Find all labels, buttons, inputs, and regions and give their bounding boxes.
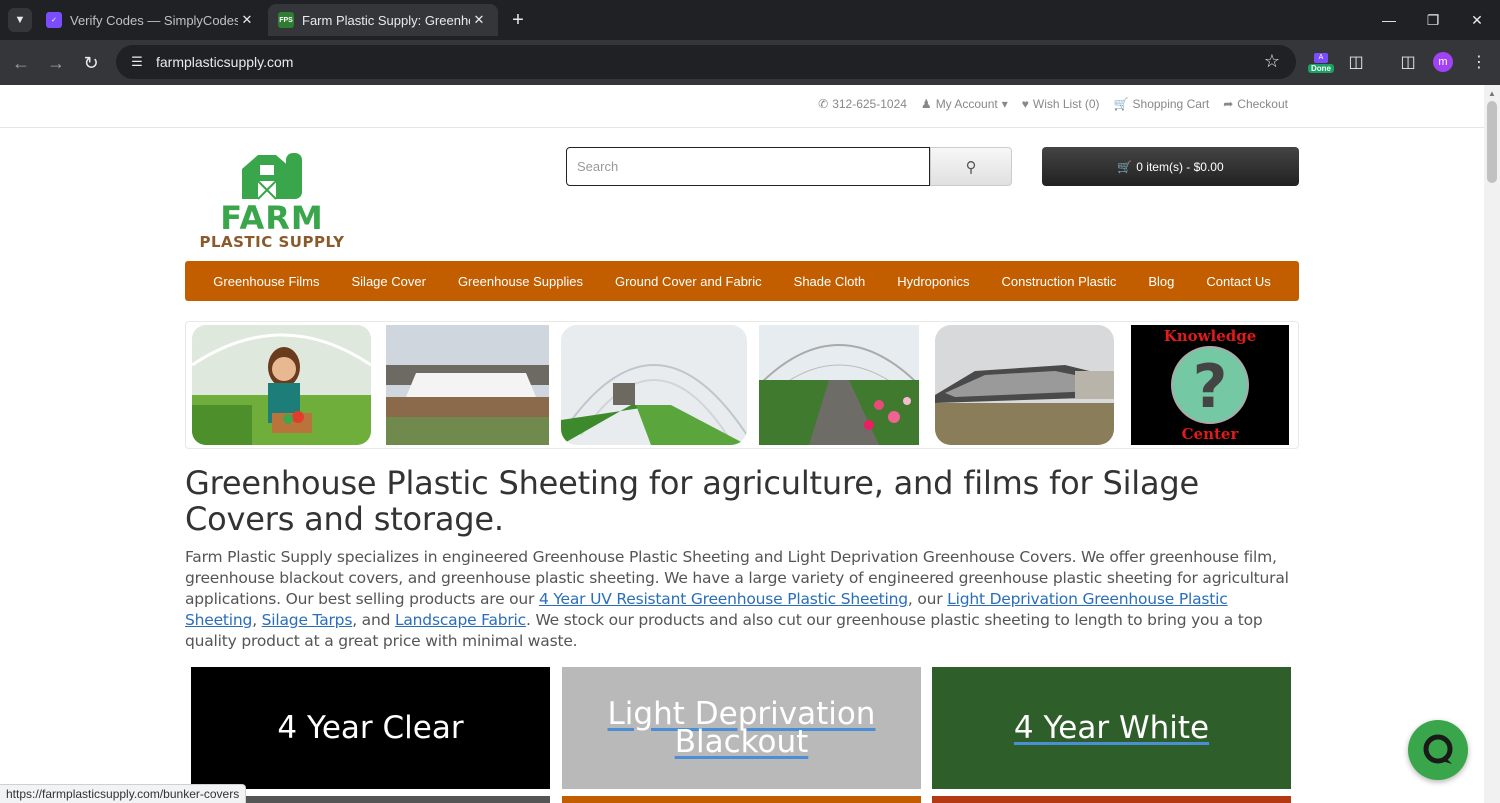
nav-shade-cloth[interactable]: Shade Cloth [794,274,866,289]
side-panel-icon[interactable]: ◫ [1395,49,1421,75]
scroll-up-icon[interactable]: ▲ [1488,89,1496,98]
restore-button[interactable]: ❐ [1410,0,1456,40]
woman-greenhouse-image[interactable] [192,325,371,445]
top-links-bar: ✆ 312-625-1024 ♟ My Account ▾ ♥ Wish Lis… [0,85,1484,128]
tile-4-year-white[interactable]: 4 Year White [932,667,1291,789]
close-tab-icon[interactable]: ✕ [470,12,488,28]
tile-row2-3[interactable] [932,796,1291,803]
chat-widget-button[interactable] [1408,720,1468,780]
profile-avatar[interactable]: m [1433,52,1453,72]
nav-contact-us[interactable]: Contact Us [1206,274,1270,289]
greenhouse-flowers-image[interactable] [759,325,919,445]
site-logo[interactable]: FARM PLASTIC SUPPLY [196,147,348,251]
nav-blog[interactable]: Blog [1148,274,1174,289]
scrollbar-thumb[interactable] [1487,101,1497,183]
tile-row2-2[interactable] [562,796,921,803]
web-page: ✆ 312-625-1024 ♟ My Account ▾ ♥ Wish Lis… [0,85,1484,803]
checkout-link[interactable]: ➦ Checkout [1223,97,1288,111]
shopping-cart-link[interactable]: 🛒 Shopping Cart [1114,97,1210,111]
minimize-button[interactable]: — [1366,0,1412,40]
bookmark-star-icon[interactable]: ☆ [1264,51,1280,72]
back-icon[interactable]: ← [8,50,34,76]
tile-4-year-clear[interactable]: 4 Year Clear [191,667,550,789]
knowledge-center-image[interactable]: Knowledge ? Center [1131,325,1289,445]
tile-light-deprivation-blackout[interactable]: Light Deprivation Blackout [562,667,921,789]
svg-text:?: ? [1193,352,1228,422]
intro-paragraph: Farm Plastic Supply specializes in engin… [185,547,1295,652]
my-account-link[interactable]: ♟ My Account ▾ [921,97,1008,111]
cart-icon: 🛒 [1113,97,1129,111]
tab-title: Verify Codes — SimplyCodes [70,12,238,28]
tab-farm-plastic-supply[interactable]: FPS Farm Plastic Supply: Greenhouse ✕ [268,4,498,36]
phone-text: 312-625-1024 [832,97,907,111]
browser-tab-bar: ▼ ✓ Verify Codes — SimplyCodes ✕ FPS Far… [0,0,1500,40]
phone-link[interactable]: ✆ 312-625-1024 [818,97,907,111]
tab-search-button[interactable]: ▼ [8,8,32,32]
phone-icon: ✆ [818,97,829,111]
hoop-house-field-image[interactable] [386,325,549,445]
chat-bubble-icon [1423,734,1453,764]
browser-menu-icon[interactable]: ⋮ [1466,49,1492,75]
cart-button[interactable]: 🛒 0 item(s) - $0.00 [1042,147,1299,186]
link-landscape-fabric[interactable]: Landscape Fabric [395,611,526,629]
nav-greenhouse-films[interactable]: Greenhouse Films [213,274,319,289]
link-4-year-uv[interactable]: 4 Year UV Resistant Greenhouse Plastic S… [539,590,908,608]
intro-text: , and [352,611,395,629]
browser-toolbar: ← → ↻ ☰ farmplasticsupply.com ☆ [0,40,1500,85]
tile-label: 4 Year White [1013,710,1210,746]
search-button[interactable]: ⚲ [930,147,1012,186]
nav-greenhouse-supplies[interactable]: Greenhouse Supplies [458,274,583,289]
status-bar-url: https://farmplasticsupply.com/bunker-cov… [0,784,247,803]
nav-hydroponics[interactable]: Hydroponics [897,274,969,289]
extension-badge-label: Done [1308,64,1334,73]
tile-label: Light Deprivation Blackout [607,696,876,760]
extension-done-badge[interactable]: A Done [1308,53,1334,75]
heart-icon: ♥ [1021,97,1029,111]
link-silage-tarps[interactable]: Silage Tarps [262,611,353,629]
page-title: Greenhouse Plastic Sheeting for agricult… [185,464,1199,538]
checkout-text: Checkout [1237,97,1288,111]
my-account-text: My Account [935,97,998,111]
extension-icon: A [1314,53,1328,63]
close-tab-icon[interactable]: ✕ [238,12,256,28]
nav-construction-plastic[interactable]: Construction Plastic [1001,274,1116,289]
wish-list-text: Wish List (0) [1032,97,1100,111]
reload-icon[interactable]: ↻ [78,50,104,76]
search-icon: ⚲ [965,158,977,176]
cart-button-label: 0 item(s) - $0.00 [1136,159,1224,174]
cart-icon: 🛒 [1117,159,1133,174]
main-nav: Greenhouse Films Silage Cover Greenhouse… [185,261,1299,301]
nav-ground-cover-fabric[interactable]: Ground Cover and Fabric [615,274,762,289]
site-info-icon[interactable]: ☰ [122,54,152,70]
url-text: farmplasticsupply.com [156,54,294,70]
svg-text:FARM: FARM [220,199,323,237]
image-gallery: Knowledge ? Center [185,321,1299,449]
tab-title: Farm Plastic Supply: Greenhouse [302,12,470,28]
address-bar[interactable]: ☰ farmplasticsupply.com ☆ [116,45,1296,79]
fps-icon: FPS [278,12,294,28]
tile-label: 4 Year Clear [277,710,464,746]
silage-bunker-image[interactable] [935,325,1114,445]
tab-simplycodes[interactable]: ✓ Verify Codes — SimplyCodes ✕ [36,4,266,36]
forward-icon[interactable]: → [43,50,69,76]
svg-text:PLASTIC SUPPLY: PLASTIC SUPPLY [199,233,345,251]
greenhouse-interior-image[interactable] [561,325,747,445]
search-input[interactable] [566,147,931,186]
shopping-cart-text: Shopping Cart [1132,97,1210,111]
nav-silage-cover[interactable]: Silage Cover [352,274,426,289]
intro-text: , our [907,590,948,608]
intro-text: , [252,611,262,629]
search-bar: ⚲ [566,147,1012,187]
new-tab-button[interactable]: + [506,8,530,32]
simplycodes-icon: ✓ [46,12,62,28]
center-label: Center [1182,425,1240,443]
share-arrow-icon: ➦ [1223,97,1234,111]
close-window-button[interactable]: ✕ [1454,0,1500,40]
extensions-puzzle-icon[interactable]: ◫ [1343,49,1369,75]
knowledge-label: Knowledge [1164,327,1257,345]
page-scrollbar[interactable]: ▲ [1484,85,1500,803]
caret-down-icon: ▾ [1001,97,1008,111]
wish-list-link[interactable]: ♥ Wish List (0) [1022,97,1100,111]
user-icon: ♟ [920,97,932,111]
